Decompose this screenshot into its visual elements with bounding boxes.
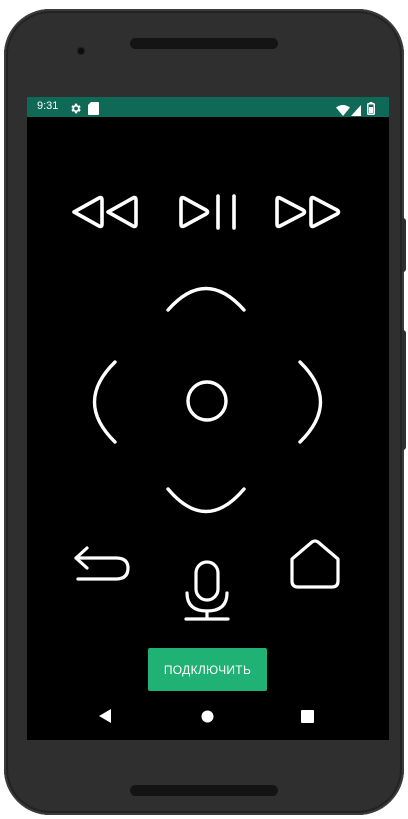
microphone-icon [184, 560, 230, 621]
dpad-right-icon [298, 360, 323, 444]
nav-home-icon[interactable] [201, 708, 214, 727]
power-side-button [402, 218, 406, 272]
play-pause-button[interactable] [176, 192, 240, 232]
gear-icon [69, 100, 82, 119]
fast-forward-icon [275, 195, 341, 229]
navigation-bar [27, 695, 389, 740]
home-button[interactable] [286, 537, 344, 593]
sd-card-icon [88, 100, 99, 119]
earpiece-speaker [130, 38, 278, 49]
status-bar: 9:31 [27, 97, 389, 117]
microphone-button[interactable] [182, 559, 232, 623]
fast-forward-button[interactable] [272, 192, 344, 232]
play-pause-icon [179, 194, 236, 230]
dpad-left-icon [92, 360, 117, 444]
dpad-right-button[interactable] [293, 357, 329, 447]
signal-icon [351, 101, 361, 120]
dpad-up-icon [166, 286, 246, 312]
dpad-up-button[interactable] [163, 277, 249, 315]
dpad-down-button[interactable] [163, 482, 249, 522]
front-camera [77, 47, 85, 55]
phone-frame: 9:31 ПОДКЛЮЧИТЬ [4, 9, 404, 815]
back-button[interactable] [72, 544, 132, 584]
nav-recents-icon[interactable] [301, 708, 314, 727]
nav-back-icon[interactable] [99, 708, 111, 727]
back-icon [74, 546, 130, 581]
dpad-center-icon [186, 380, 228, 422]
dpad-center-button[interactable] [184, 378, 230, 424]
wifi-icon [336, 101, 350, 120]
dpad-left-button[interactable] [86, 357, 122, 447]
screen: 9:31 ПОДКЛЮЧИТЬ [27, 97, 389, 740]
volume-side-button [402, 330, 406, 450]
status-time: 9:31 [37, 100, 59, 112]
rewind-icon [72, 195, 138, 229]
battery-icon [367, 100, 375, 119]
bottom-speaker [130, 785, 278, 796]
dpad-down-icon [166, 487, 246, 514]
home-icon [290, 539, 340, 589]
rewind-button[interactable] [71, 192, 141, 232]
connect-button[interactable]: ПОДКЛЮЧИТЬ [148, 648, 267, 691]
